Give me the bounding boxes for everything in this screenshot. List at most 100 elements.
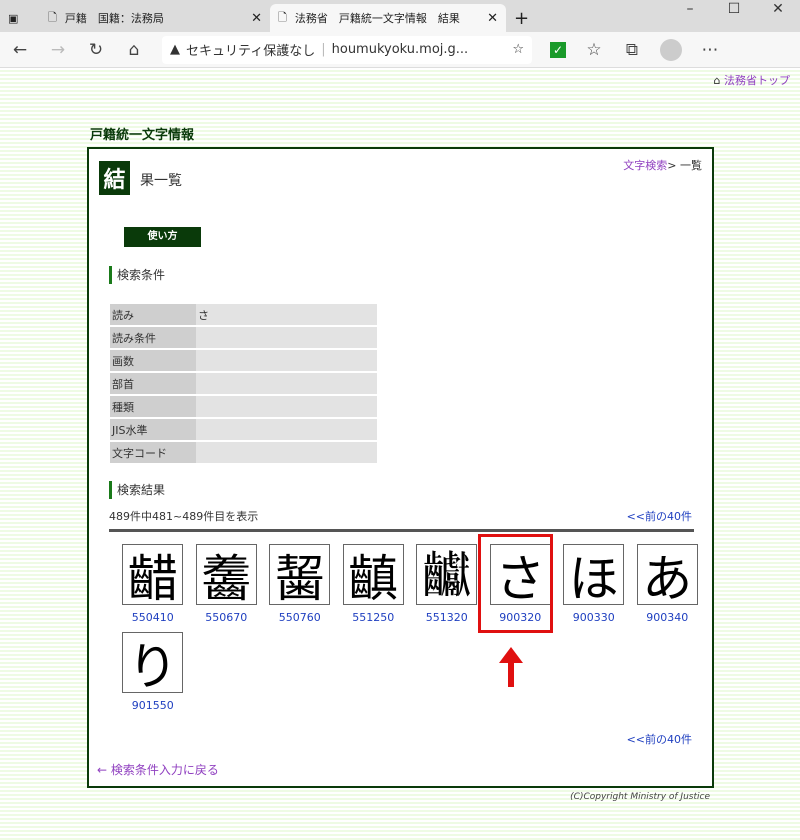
howto-button[interactable]: 使い方 <box>124 227 201 247</box>
highlight-box <box>477 534 553 633</box>
character-code-link[interactable]: 551250 <box>352 611 394 624</box>
browser-toolbar: ← → ↻ ⌂ ▲ セキュリティ保護なし | houmukyoku.moj.g.… <box>0 32 800 68</box>
character-code-link[interactable]: 550670 <box>205 611 247 624</box>
character-image[interactable]: 𪚋 <box>416 544 478 605</box>
top-link[interactable]: ⌂ 法務省トップ <box>714 72 790 88</box>
page-title: 結 果一覧 <box>99 161 182 195</box>
condition-row: 文字コード <box>110 442 377 463</box>
tab-title: 法務省 戸籍統一文字情報 結果 <box>294 12 460 25</box>
tab-title: 戸籍 国籍：法務局 <box>64 12 164 25</box>
condition-value <box>196 350 377 371</box>
character-image[interactable]: り <box>122 632 184 696</box>
avatar[interactable] <box>660 38 682 61</box>
condition-label: 画数 <box>110 350 196 371</box>
back-to-search-link[interactable]: ← 検索条件入力に戻る <box>97 761 219 778</box>
condition-label: 読み条件 <box>110 327 196 348</box>
breadcrumb-link[interactable]: 文字検索 <box>623 159 667 172</box>
condition-value <box>196 373 377 394</box>
breadcrumb: 文字検索> 一覧 <box>623 157 702 173</box>
divider <box>109 529 694 532</box>
condition-label: 読み <box>110 304 196 325</box>
close-window-button[interactable]: ✕ <box>756 0 800 16</box>
condition-label: 部首 <box>110 373 196 394</box>
prev-page-link[interactable]: <<前の40件 <box>627 508 692 524</box>
favorites-icon[interactable]: ☆ <box>584 40 604 60</box>
character-code-link[interactable]: 551320 <box>426 611 468 624</box>
maximize-button[interactable]: ☐ <box>712 0 756 16</box>
condition-value <box>196 327 377 348</box>
character-code-link[interactable]: 900330 <box>573 611 615 624</box>
condition-value <box>196 419 377 440</box>
result-item[interactable]: 齻 551250 <box>337 544 411 632</box>
more-icon[interactable]: ⋯ <box>700 40 720 60</box>
condition-label: JIS水準 <box>110 419 196 440</box>
conditions-heading: 検索条件 <box>109 266 165 284</box>
result-count: 489件中481~489件目を表示 <box>109 510 259 523</box>
result-item[interactable]: 齰 550410 <box>116 544 190 632</box>
extension-check-icon[interactable]: ✓ <box>550 41 566 58</box>
title-char: 結 <box>99 161 130 195</box>
character-image[interactable]: 齹 <box>195 544 257 608</box>
condition-value <box>196 442 377 463</box>
condition-row: JIS水準 <box>110 419 377 440</box>
condition-row: 読みさ <box>110 304 377 325</box>
top-link-label: 法務省トップ <box>724 74 790 87</box>
condition-label: 種類 <box>110 396 196 417</box>
page-icon: 🗋 <box>278 10 287 24</box>
condition-row: 読み条件 <box>110 327 377 348</box>
condition-value: さ <box>196 304 377 325</box>
results-heading: 検索結果 <box>109 481 165 499</box>
result-item[interactable]: 𪘂 550760 <box>263 544 337 632</box>
character-image[interactable]: 𪘂 <box>269 544 331 608</box>
tab-actions-icon[interactable]: ▣ <box>0 4 40 32</box>
tab-inactive[interactable]: 🗋 戸籍 国籍：法務局 ✕ <box>40 4 270 32</box>
minimize-button[interactable]: – <box>668 0 712 16</box>
condition-label: 文字コード <box>110 442 196 463</box>
character-image[interactable]: あ <box>636 544 698 608</box>
favorite-add-icon[interactable]: ☆ <box>512 42 524 57</box>
result-item[interactable]: り 901550 <box>116 632 190 720</box>
site-title: 戸籍統一文字情報 <box>90 128 195 143</box>
character-code-link[interactable]: 900340 <box>646 611 688 624</box>
condition-row: 画数 <box>110 350 377 371</box>
result-item[interactable]: 𪚋 551320 <box>410 544 484 632</box>
page-icon: 🗋 <box>48 10 57 24</box>
url-text: houmukyoku.moj.g... <box>331 42 469 57</box>
condition-row: 部首 <box>110 373 377 394</box>
tab-bar: ▣ 🗋 戸籍 国籍：法務局 ✕ 🗋 法務省 戸籍統一文字情報 結果 ✕ + – ☐… <box>0 0 800 32</box>
character-image[interactable]: ほ <box>563 544 625 608</box>
tab-active[interactable]: 🗋 法務省 戸籍統一文字情報 結果 ✕ <box>270 4 506 32</box>
title-rest: 果一覧 <box>140 173 182 189</box>
close-tab-icon[interactable]: ✕ <box>487 11 498 26</box>
forward-icon[interactable]: → <box>48 40 68 60</box>
collections-icon[interactable]: ⧉ <box>622 40 642 60</box>
character-code-link[interactable]: 901550 <box>132 699 174 712</box>
address-bar[interactable]: ▲ セキュリティ保護なし | houmukyoku.moj.g... ☆ <box>162 35 532 64</box>
page: ⌂ 法務省トップ 戸籍統一文字情報 結 果一覧 文字検索> 一覧 使い方 検索条… <box>0 68 800 840</box>
home-icon[interactable]: ⌂ <box>124 40 144 60</box>
copyright: (C)Copyright Ministry of Justice <box>570 792 710 802</box>
back-icon[interactable]: ← <box>10 40 30 60</box>
character-code-link[interactable]: 550410 <box>132 611 174 624</box>
breadcrumb-current: 一覧 <box>676 159 702 172</box>
result-item[interactable]: 齹 550670 <box>190 544 264 632</box>
home-icon: ⌂ <box>713 74 721 87</box>
results-grid: 齰 550410 齹 550670 𪘂 550760 齻 551250 𪚋 551320 さ 9003… <box>116 534 706 720</box>
condition-row: 種類 <box>110 396 377 417</box>
character-code-link[interactable]: 550760 <box>279 611 321 624</box>
refresh-icon[interactable]: ↻ <box>86 40 106 60</box>
result-item[interactable]: あ 900340 <box>631 544 705 632</box>
result-item[interactable]: ほ 900330 <box>557 544 631 632</box>
character-image[interactable]: 齻 <box>342 544 404 608</box>
prev-page-link-bottom[interactable]: <<前の40件 <box>627 731 692 747</box>
security-label: セキュリティ保護なし <box>186 44 316 59</box>
character-image[interactable]: 齰 <box>122 544 184 608</box>
new-tab-button[interactable]: + <box>506 4 537 32</box>
warning-icon: ▲ <box>170 42 180 57</box>
breadcrumb-sep: > <box>667 159 677 172</box>
conditions-table: 読みさ読み条件 画数 部首 種類 JIS水準 文字コード <box>110 302 377 465</box>
condition-value <box>196 396 377 417</box>
arrow-up-icon <box>499 647 523 687</box>
close-tab-icon[interactable]: ✕ <box>251 11 262 26</box>
result-item[interactable]: さ 900320 <box>477 534 558 633</box>
